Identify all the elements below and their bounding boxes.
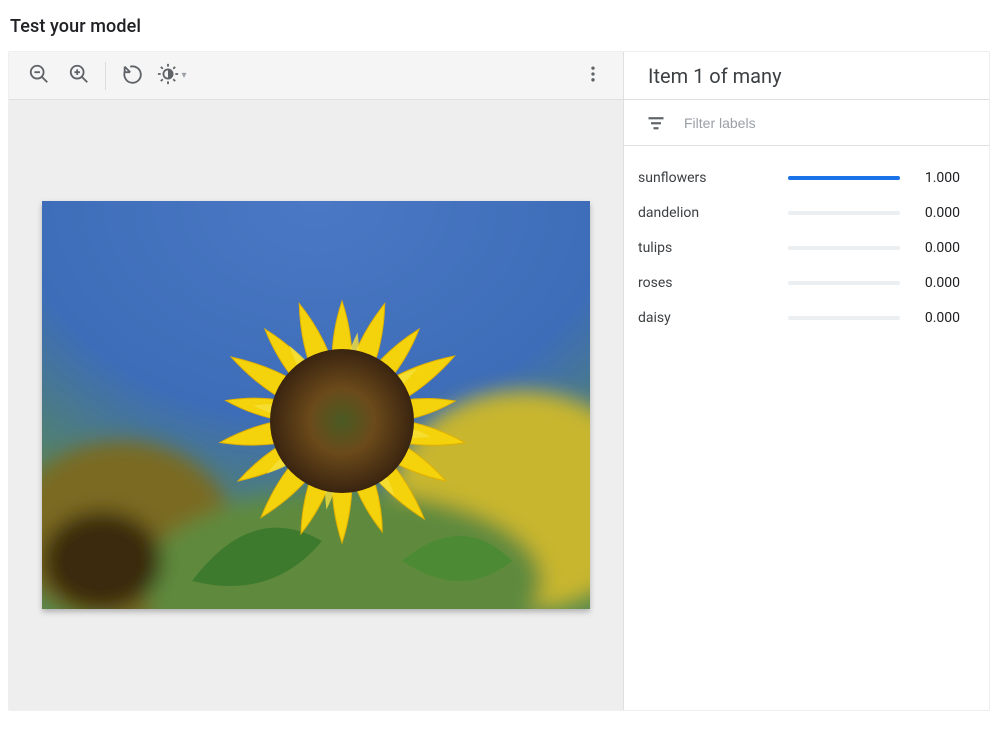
prediction-bar [788,316,900,320]
prediction-row: daisy 0.000 [638,300,975,335]
rotate-icon [121,63,143,89]
prediction-row: sunflowers 1.000 [638,160,975,195]
zoom-out-button[interactable] [19,56,59,96]
brightness-button[interactable]: ▾ [152,56,192,96]
model-test-panel: ▾ [8,51,990,711]
prediction-label: roses [638,275,788,291]
toolbar-separator [105,62,106,90]
filter-icon [644,111,668,135]
rotate-button[interactable] [112,56,152,96]
zoom-out-icon [28,63,50,89]
results-header: Item 1 of many [624,52,989,100]
filter-row [624,100,989,146]
prediction-bar-fill [788,176,900,180]
zoom-in-icon [68,63,90,89]
prediction-bar [788,246,900,250]
more-vert-icon [583,64,603,88]
prediction-score: 0.000 [914,275,960,291]
zoom-in-button[interactable] [59,56,99,96]
image-viewport[interactable] [9,100,623,710]
predictions-pane: Item 1 of many sunflowers 1.000 dandelion 0… [624,52,989,710]
prediction-label: daisy [638,310,788,326]
prediction-row: dandelion 0.000 [638,195,975,230]
test-image [42,201,590,609]
prediction-bar [788,211,900,215]
caret-down-icon: ▾ [181,70,186,81]
prediction-score: 1.000 [914,170,960,186]
prediction-score: 0.000 [914,240,960,256]
page-title: Test your model [0,0,990,51]
prediction-row: roses 0.000 [638,265,975,300]
prediction-row: tulips 0.000 [638,230,975,265]
prediction-score: 0.000 [914,310,960,326]
image-toolbar: ▾ [9,52,623,100]
predictions-list: sunflowers 1.000 dandelion 0.000 tulips 0.000… [624,146,989,335]
prediction-label: sunflowers [638,170,788,186]
brightness-icon [157,63,179,89]
image-viewer-pane: ▾ [9,52,624,710]
prediction-label: dandelion [638,205,788,221]
prediction-bar [788,281,900,285]
prediction-label: tulips [638,240,788,256]
prediction-bar [788,176,900,180]
filter-labels-input[interactable] [682,114,969,132]
more-menu-button[interactable] [573,56,613,96]
prediction-score: 0.000 [914,205,960,221]
